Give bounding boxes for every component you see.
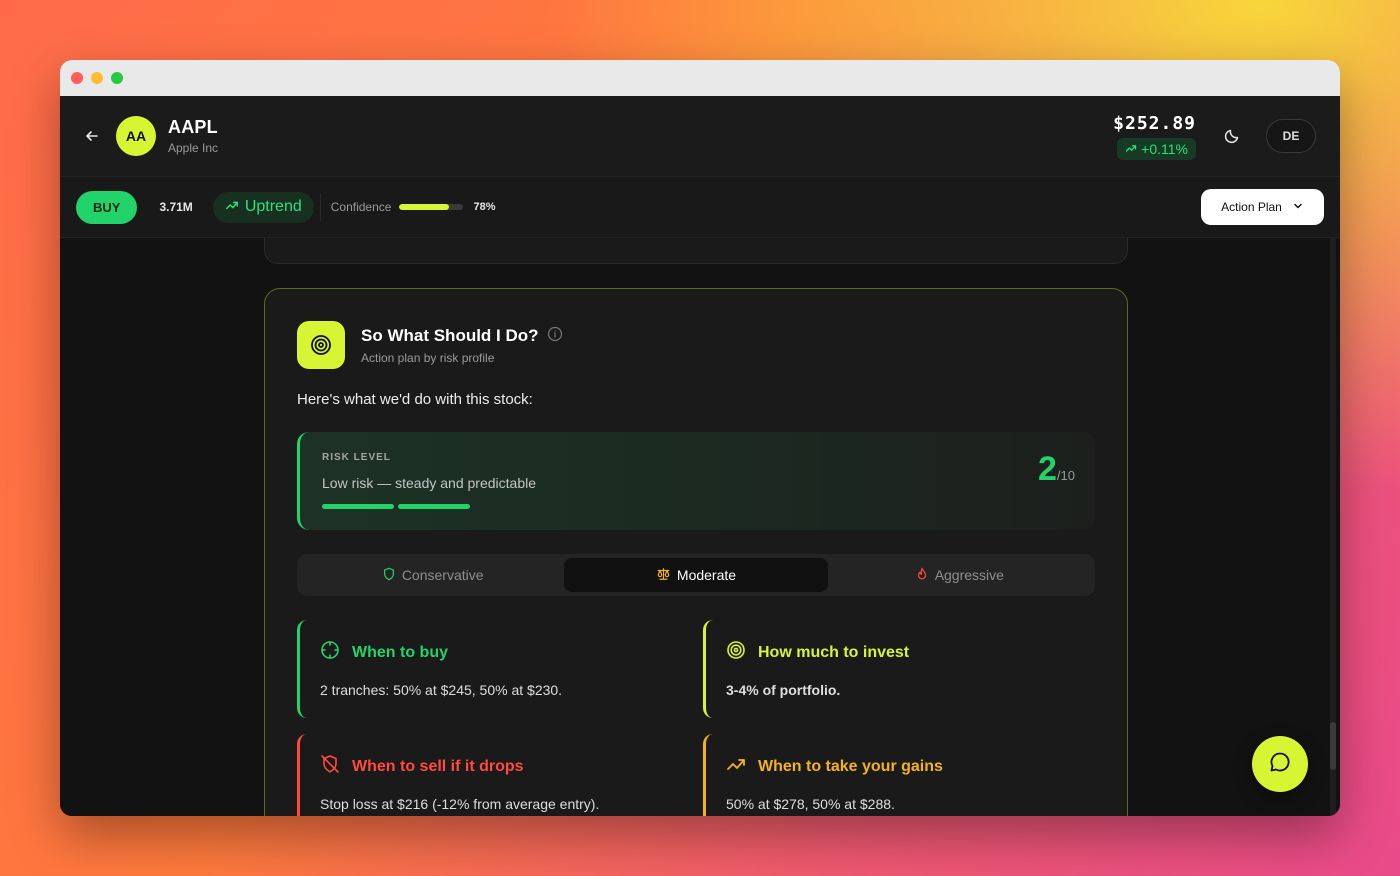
target-icon xyxy=(726,640,746,665)
price-change-value: +0.11% xyxy=(1141,140,1188,157)
minimize-window-button[interactable] xyxy=(91,72,103,84)
plan-item-text: 50% at $278, 50% at $288. xyxy=(726,796,895,812)
section-select-label: Action Plan xyxy=(1221,200,1282,214)
tab-moderate[interactable]: Moderate xyxy=(564,558,828,592)
plan-item-text: 3-4% of portfolio. xyxy=(726,682,841,698)
risk-label: RISK LEVEL xyxy=(322,452,391,463)
app-window: AA AAPL Apple Inc $252.89 +0.11% DE BUY xyxy=(60,60,1340,816)
trending-up-icon xyxy=(1125,141,1137,157)
info-icon[interactable] xyxy=(547,326,563,347)
window-titlebar xyxy=(60,60,1340,96)
trending-up-icon xyxy=(225,198,239,217)
ticker-symbol: AAPL xyxy=(168,117,218,137)
risk-score-max: /10 xyxy=(1056,468,1075,483)
current-price: $252.89 xyxy=(1113,112,1196,134)
chat-button[interactable] xyxy=(1252,736,1308,792)
intro-text: Here's what we'd do with this stock: xyxy=(297,391,533,408)
plan-item-title-text: When to take your gains xyxy=(758,757,943,775)
stock-header: AA AAPL Apple Inc $252.89 +0.11% DE xyxy=(60,96,1340,177)
shield-icon xyxy=(382,567,396,584)
risk-level-box: RISK LEVEL Low risk — steady and predict… xyxy=(297,432,1095,530)
card-header: So What Should I Do? Action plan by risk… xyxy=(297,321,1095,369)
risk-meter-segment xyxy=(322,504,394,509)
trend-label: Uptrend xyxy=(244,198,302,215)
signal-bar: BUY 3.71M Uptrend Confidence 78% Action … xyxy=(60,177,1340,238)
plan-item-take-gains: When to take your gains 50% at $278, 50%… xyxy=(703,734,1095,816)
plan-item-title-text: When to buy xyxy=(352,643,448,661)
plan-item-when-to-sell: When to sell if it drops Stop loss at $2… xyxy=(297,734,689,816)
main-content: So What Should I Do? Action plan by risk… xyxy=(60,238,1340,816)
crosshair-icon xyxy=(320,640,340,665)
plan-item-title-text: When to sell if it drops xyxy=(352,757,524,775)
risk-score-value: 2 xyxy=(1038,450,1057,488)
trending-up-icon xyxy=(726,754,746,779)
tab-label: Aggressive xyxy=(934,567,1004,583)
close-window-button[interactable] xyxy=(71,72,83,84)
tab-label: Moderate xyxy=(676,567,737,583)
risk-meter xyxy=(322,504,1073,509)
flame-icon xyxy=(915,567,929,584)
card-subtitle: Action plan by risk profile xyxy=(361,350,495,365)
price-change-badge: +0.11% xyxy=(1117,137,1196,160)
confidence-label: Confidence xyxy=(330,200,392,214)
card-title: So What Should I Do? xyxy=(361,326,563,347)
plan-item-title: When to buy xyxy=(320,640,669,665)
plan-item-title: When to sell if it drops xyxy=(320,754,669,779)
plan-item-text: 2 tranches: 50% at $245, 50% at $230. xyxy=(320,682,563,698)
risk-description: Low risk — steady and predictable xyxy=(322,475,536,491)
card-titles: So What Should I Do? Action plan by risk… xyxy=(361,326,563,365)
plan-item-how-much: How much to invest 3-4% of portfolio. xyxy=(703,620,1095,718)
chevron-down-icon xyxy=(1292,200,1304,215)
confidence-bar xyxy=(399,204,464,210)
price-block: $252.89 +0.11% xyxy=(1113,113,1196,160)
action-plan-card: So What Should I Do? Action plan by risk… xyxy=(264,288,1128,816)
risk-score: 2/10 xyxy=(1038,450,1075,489)
chat-bubble-icon xyxy=(1268,750,1292,779)
scrollbar-thumb[interactable] xyxy=(1330,722,1336,770)
back-arrow-icon[interactable] xyxy=(84,128,100,144)
trend-badge: Uptrend xyxy=(212,191,314,223)
company-name: Apple Inc xyxy=(168,141,219,155)
signal-badge: BUY xyxy=(76,190,138,224)
action-plan-grid: When to buy 2 tranches: 50% at $245, 50%… xyxy=(297,620,1095,816)
volume-value: 3.71M xyxy=(159,200,193,214)
card-title-text: So What Should I Do? xyxy=(361,326,539,345)
tab-label: Conservative xyxy=(401,567,484,583)
maximize-window-button[interactable] xyxy=(111,72,123,84)
plan-item-title: How much to invest xyxy=(726,640,1075,665)
scrollbar[interactable] xyxy=(1330,238,1336,816)
previous-card xyxy=(264,238,1128,264)
divider xyxy=(319,193,321,221)
tab-aggressive[interactable]: Aggressive xyxy=(828,558,1091,592)
plan-item-text: Stop loss at $216 (-12% from average ent… xyxy=(320,796,600,812)
target-icon xyxy=(297,321,345,369)
confidence-bar-fill xyxy=(399,204,450,210)
ticker-block: AAPL Apple Inc xyxy=(168,117,218,155)
plan-item-when-to-buy: When to buy 2 tranches: 50% at $245, 50%… xyxy=(297,620,689,718)
section-select[interactable]: Action Plan xyxy=(1201,189,1324,225)
plan-item-title: When to take your gains xyxy=(726,754,1075,779)
risk-profile-tabs: Conservative Moderate Aggressive xyxy=(297,554,1095,596)
moon-icon[interactable] xyxy=(1222,126,1242,146)
confidence-value: 78% xyxy=(473,201,496,213)
risk-meter-segment xyxy=(398,504,470,509)
header-right: $252.89 +0.11% DE xyxy=(1113,113,1316,160)
shield-off-icon xyxy=(320,754,340,779)
language-button[interactable]: DE xyxy=(1266,119,1316,153)
plan-item-title-text: How much to invest xyxy=(758,643,910,661)
scale-icon xyxy=(656,567,671,584)
tab-conservative[interactable]: Conservative xyxy=(301,558,564,592)
stock-avatar: AA xyxy=(116,116,156,156)
